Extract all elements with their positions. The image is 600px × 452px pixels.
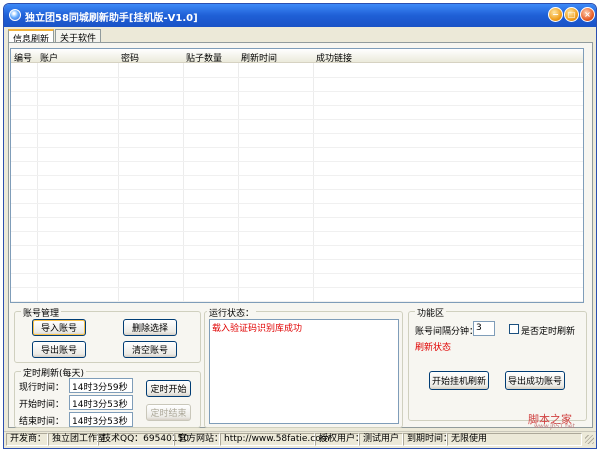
functions-legend: 功能区	[415, 306, 447, 319]
tab-about[interactable]: 关于软件	[55, 29, 102, 44]
expiry-label: 到期时间：	[403, 433, 452, 446]
expiry-value: 无限使用	[447, 433, 582, 446]
developer-value: 独立团工作室	[48, 433, 106, 446]
column-header-account[interactable]: 账户	[40, 51, 58, 64]
app-icon	[9, 9, 21, 21]
close-button[interactable]: ×	[580, 7, 595, 22]
column-divider	[37, 63, 38, 302]
row-separator	[11, 105, 583, 106]
export-success-button[interactable]: 导出成功账号	[505, 371, 565, 390]
resize-grip[interactable]	[585, 435, 594, 444]
watermark-url: www.jb51.net	[534, 423, 575, 430]
row-separator	[11, 273, 583, 274]
list-header: 编号 账户 密码 贴子数量 刷新时间 成功链接	[11, 49, 583, 64]
support-qq: 技术QQ：69540150	[98, 433, 189, 446]
row-separator	[11, 203, 583, 204]
column-header-refresh-time[interactable]: 刷新时间	[241, 51, 277, 64]
auth-user-value: 测试用户	[359, 433, 403, 446]
row-separator	[11, 189, 583, 190]
main-window: 独立团58同城刷新助手[挂机版-V1.0] − □ × 信息刷新 关于软件 编号…	[3, 3, 597, 449]
timed-refresh-checkbox[interactable]	[509, 324, 519, 334]
row-separator	[11, 147, 583, 148]
refresh-status-text: 刷新状态	[415, 343, 452, 353]
maximize-button[interactable]: □	[564, 7, 579, 22]
start-time-label: 开始时间：	[19, 400, 65, 410]
row-separator	[11, 259, 583, 260]
column-header-password[interactable]: 密码	[121, 51, 139, 64]
schedule-group: 定时刷新(每天) 现行时间： 14时3分59秒 开始时间： 14时3分53秒 结…	[14, 366, 201, 428]
row-separator	[11, 161, 583, 162]
row-separator	[11, 287, 583, 288]
account-management-legend: 账号管理	[21, 306, 62, 319]
column-header-post-count[interactable]: 贴子数量	[186, 51, 222, 64]
row-separator	[11, 175, 583, 176]
timed-refresh-label: 是否定时刷新	[521, 327, 576, 337]
row-separator	[11, 301, 583, 302]
row-separator	[11, 217, 583, 218]
row-separator	[11, 133, 583, 134]
minimize-button[interactable]: −	[548, 7, 563, 22]
developer-label: 开发商：	[6, 433, 48, 446]
end-time-label: 结束时间：	[19, 417, 65, 427]
end-time-field[interactable]: 14时3分53秒	[69, 412, 133, 427]
row-separator	[11, 245, 583, 246]
tab-strip: 信息刷新 关于软件	[8, 29, 102, 45]
start-refresh-button[interactable]: 开始挂机刷新	[429, 371, 489, 390]
schedule-end-button[interactable]: 定时结束	[146, 404, 191, 421]
account-list[interactable]: 编号 账户 密码 贴子数量 刷新时间 成功链接	[10, 48, 584, 303]
row-separator	[11, 77, 583, 78]
interval-input[interactable]: 3	[473, 321, 495, 336]
website-label: 官方网站：	[174, 433, 223, 446]
account-management-group: 账号管理 导入账号 删除选择 导出账号 清空账号	[14, 306, 201, 363]
functions-group: 功能区 账号间隔分钟： 3 是否定时刷新 刷新状态 开始挂机刷新 导出成功账号	[408, 306, 587, 421]
row-separator	[11, 91, 583, 92]
column-divider	[183, 63, 184, 302]
row-separator	[11, 231, 583, 232]
start-time-field[interactable]: 14时3分53秒	[69, 395, 133, 410]
column-divider	[238, 63, 239, 302]
row-separator	[11, 119, 583, 120]
export-accounts-button[interactable]: 导出账号	[32, 341, 86, 358]
delete-selected-button[interactable]: 删除选择	[123, 319, 177, 336]
clear-accounts-button[interactable]: 清空账号	[123, 341, 177, 358]
schedule-start-button[interactable]: 定时开始	[146, 380, 191, 397]
website-value[interactable]: http://www.58fatie.com	[220, 433, 329, 446]
run-status-log[interactable]: 载入验证码识别库成功	[209, 319, 399, 424]
column-header-success-link[interactable]: 成功链接	[316, 51, 352, 64]
import-accounts-button[interactable]: 导入账号	[32, 319, 86, 336]
interval-label: 账号间隔分钟：	[415, 327, 479, 337]
window-title: 独立团58同城刷新助手[挂机版-V1.0]	[25, 13, 198, 24]
auth-user-label: 授权用户：	[315, 433, 364, 446]
tab-info-refresh[interactable]: 信息刷新	[8, 29, 55, 45]
current-time-label: 现行时间：	[19, 383, 65, 393]
run-status-group: 运行状态： 载入验证码识别库成功	[204, 306, 403, 428]
column-header-id[interactable]: 编号	[14, 51, 32, 64]
title-bar[interactable]: 独立团58同城刷新助手[挂机版-V1.0] − □ ×	[4, 4, 596, 27]
column-divider	[313, 63, 314, 302]
current-time-field[interactable]: 14时3分59秒	[69, 378, 133, 393]
run-status-legend: 运行状态：	[207, 306, 257, 319]
status-bar: 开发商： 独立团工作室 技术QQ：69540150 官方网站： http://w…	[4, 431, 596, 446]
column-divider	[118, 63, 119, 302]
